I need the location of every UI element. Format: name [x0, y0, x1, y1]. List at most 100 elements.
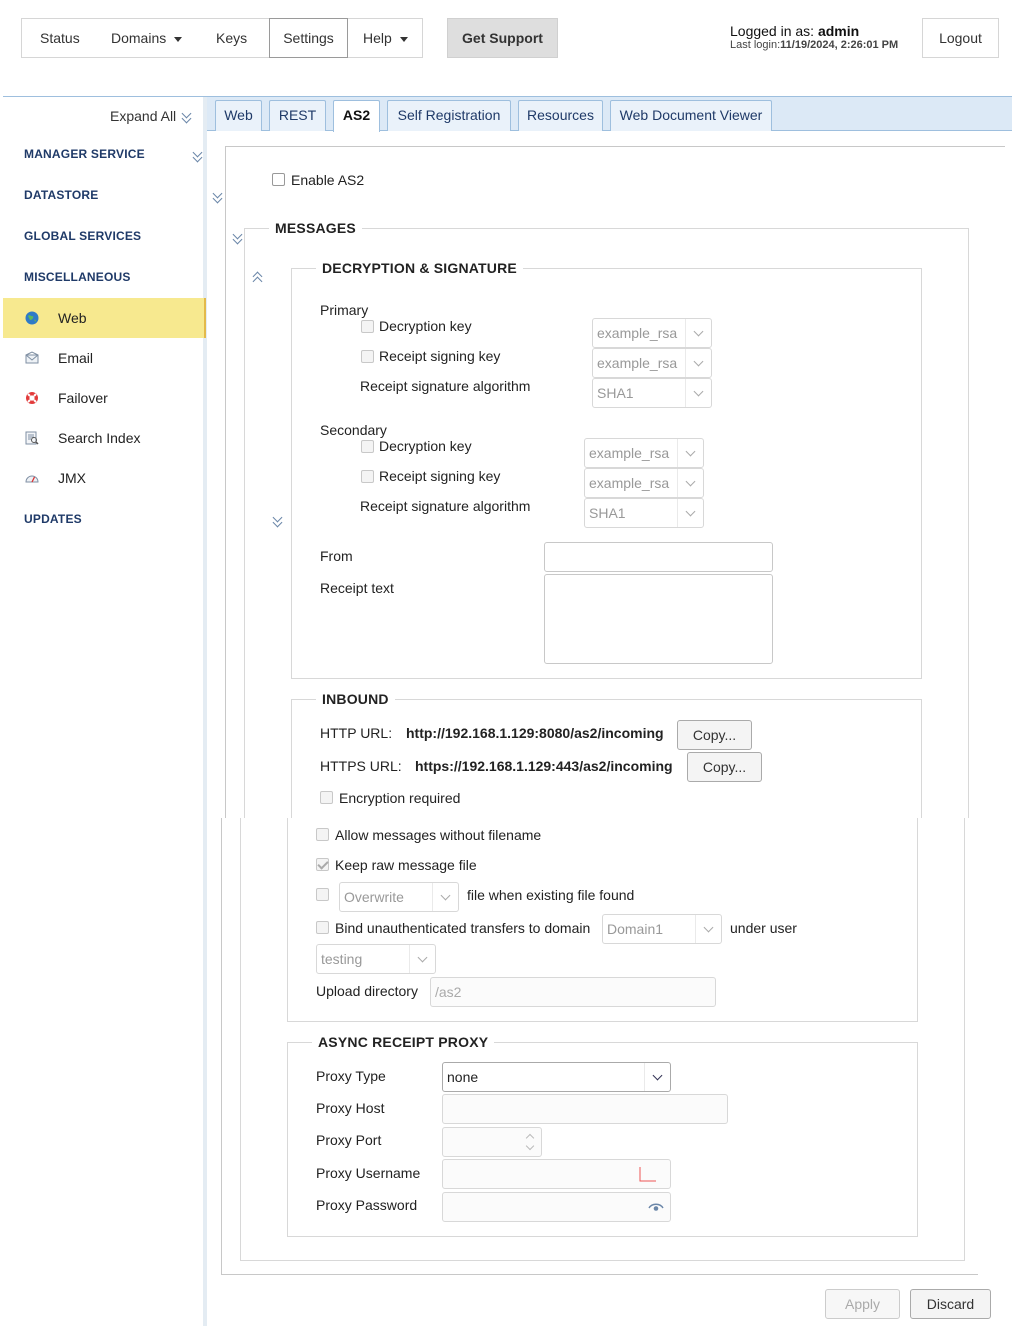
- encryption-required-label: Encryption required: [339, 790, 461, 806]
- tab-as2[interactable]: AS2: [333, 100, 380, 132]
- select-value: example_rsa: [597, 355, 678, 371]
- primary-decryption-key-checkbox[interactable]: [361, 320, 374, 333]
- chevron-down-icon: [677, 469, 703, 497]
- sidebar-item-label: Email: [58, 350, 94, 366]
- encryption-required-checkbox[interactable]: [320, 791, 333, 804]
- nav-help[interactable]: Help: [363, 19, 408, 57]
- expand-all-button[interactable]: Expand All: [110, 108, 192, 124]
- receipt-text-textarea[interactable]: [544, 574, 773, 664]
- sidebar-item-email[interactable]: Email: [3, 338, 206, 378]
- enable-as2-checkbox[interactable]: [272, 173, 285, 186]
- secondary-receipt-signing-key-select[interactable]: example_rsa: [584, 468, 704, 498]
- secondary-receipt-signing-key-label: Receipt signing key: [379, 468, 501, 484]
- copy-http-url-button[interactable]: Copy...: [677, 720, 752, 750]
- chevron-down-icon: [685, 379, 711, 407]
- logged-in-text: Logged in as: admin: [730, 23, 859, 39]
- primary-receipt-signing-key-checkbox[interactable]: [361, 350, 374, 363]
- spinner-arrows-icon[interactable]: [523, 1130, 537, 1154]
- tab-resources[interactable]: Resources: [518, 100, 603, 131]
- tab-bar: Web REST AS2 Self Registration Resources…: [207, 97, 1012, 132]
- proxy-type-select[interactable]: none: [442, 1062, 671, 1092]
- copy-https-url-button[interactable]: Copy...: [687, 752, 762, 782]
- bind-user-select[interactable]: testing: [316, 944, 436, 974]
- get-support-button[interactable]: Get Support: [447, 18, 558, 58]
- select-value: SHA1: [597, 385, 634, 401]
- primary-decryption-key-select[interactable]: example_rsa: [592, 318, 712, 348]
- sidebar-item-search-index[interactable]: Search Index: [3, 418, 206, 458]
- expand-all-label: Expand All: [110, 108, 177, 124]
- select-value: example_rsa: [589, 475, 670, 491]
- chevron-down-icon: [685, 349, 711, 377]
- section-datastore[interactable]: DATASTORE: [24, 188, 98, 202]
- chevron-down-icon: [695, 915, 721, 943]
- discard-button[interactable]: Discard: [910, 1289, 991, 1319]
- autofill-key-icon[interactable]: [638, 1166, 658, 1182]
- upload-directory-label: Upload directory: [316, 983, 418, 999]
- sidebar-item-jmx[interactable]: JMX: [3, 458, 206, 498]
- nav-status[interactable]: Status: [40, 19, 80, 57]
- double-chevron-down-icon[interactable]: [193, 150, 203, 162]
- tab-rest[interactable]: REST: [269, 100, 326, 131]
- proxy-port-input[interactable]: [442, 1127, 542, 1157]
- secondary-receipt-signing-key-checkbox[interactable]: [361, 470, 374, 483]
- inbound-legend: INBOUND: [316, 691, 395, 707]
- primary-algorithm-select[interactable]: SHA1: [592, 378, 712, 408]
- nav-keys[interactable]: Keys: [216, 19, 247, 57]
- section-miscellaneous[interactable]: MISCELLANEOUS: [24, 270, 131, 284]
- primary-decryption-key-label: Decryption key: [379, 318, 472, 334]
- overwrite-checkbox[interactable]: [316, 888, 329, 901]
- envelope-icon: [25, 351, 39, 364]
- bind-unauthenticated-checkbox[interactable]: [316, 921, 329, 934]
- sidebar-item-label: Search Index: [58, 430, 141, 446]
- overwrite-select[interactable]: Overwrite: [339, 882, 459, 912]
- show-password-eye-icon[interactable]: [648, 1200, 664, 1214]
- secondary-decryption-key-checkbox[interactable]: [361, 440, 374, 453]
- from-label: From: [320, 548, 353, 564]
- sidebar-resize-handle[interactable]: [203, 97, 207, 1326]
- double-chevron-down-icon[interactable]: [213, 191, 223, 203]
- under-user-label: under user: [730, 920, 797, 936]
- async-receipt-proxy-legend: ASYNC RECEIPT PROXY: [312, 1034, 495, 1050]
- nav-domains[interactable]: Domains: [111, 19, 183, 57]
- caret-down-icon: [399, 36, 408, 42]
- tab-self-registration[interactable]: Self Registration: [387, 100, 511, 131]
- secondary-algorithm-label: Receipt signature algorithm: [360, 498, 531, 514]
- search-index-icon: [25, 431, 39, 445]
- proxy-host-input[interactable]: [442, 1094, 728, 1124]
- primary-algorithm-label: Receipt signature algorithm: [360, 378, 531, 394]
- apply-button[interactable]: Apply: [825, 1289, 900, 1319]
- select-value: example_rsa: [589, 445, 670, 461]
- tab-web[interactable]: Web: [215, 100, 262, 131]
- upload-directory-input[interactable]: /as2: [430, 977, 716, 1007]
- nav-help-label: Help: [363, 30, 392, 46]
- primary-receipt-signing-key-select[interactable]: example_rsa: [592, 348, 712, 378]
- proxy-password-input[interactable]: [442, 1192, 671, 1222]
- secondary-algorithm-select[interactable]: SHA1: [584, 498, 704, 528]
- primary-receipt-signing-key-label: Receipt signing key: [379, 348, 501, 364]
- sidebar-item-failover[interactable]: Failover: [3, 378, 206, 418]
- from-input[interactable]: [544, 542, 773, 572]
- last-login-prefix: Last login:: [730, 39, 781, 51]
- enable-as2-label: Enable AS2: [291, 172, 365, 188]
- bind-unauthenticated-label: Bind unauthenticated transfers to domain: [335, 920, 591, 936]
- logout-button[interactable]: Logout: [922, 18, 999, 58]
- section-manager-service[interactable]: MANAGER SERVICE: [24, 147, 145, 161]
- tab-web-document-viewer[interactable]: Web Document Viewer: [610, 100, 772, 131]
- sidebar-item-web[interactable]: Web: [3, 298, 206, 338]
- section-global-services[interactable]: GLOBAL SERVICES: [24, 229, 141, 243]
- last-login-text: Last login:11/19/2024, 2:26:01 PM: [730, 39, 898, 51]
- gauge-icon: [25, 475, 39, 483]
- panel-border: [221, 1274, 978, 1275]
- nav-settings[interactable]: Settings: [269, 18, 348, 58]
- proxy-username-input[interactable]: [442, 1159, 671, 1189]
- chevron-down-icon: [432, 883, 458, 911]
- http-url-value: http://192.168.1.129:8080/as2/incoming: [406, 725, 664, 741]
- secondary-decryption-key-select[interactable]: example_rsa: [584, 438, 704, 468]
- current-user: admin: [817, 23, 860, 39]
- sidebar-item-label: Failover: [58, 390, 108, 406]
- caret-down-icon: [174, 36, 183, 42]
- bind-domain-select[interactable]: Domain1: [602, 914, 722, 944]
- keep-raw-file-checkbox[interactable]: [316, 858, 329, 871]
- allow-without-filename-checkbox[interactable]: [316, 828, 329, 841]
- section-updates[interactable]: UPDATES: [24, 512, 82, 526]
